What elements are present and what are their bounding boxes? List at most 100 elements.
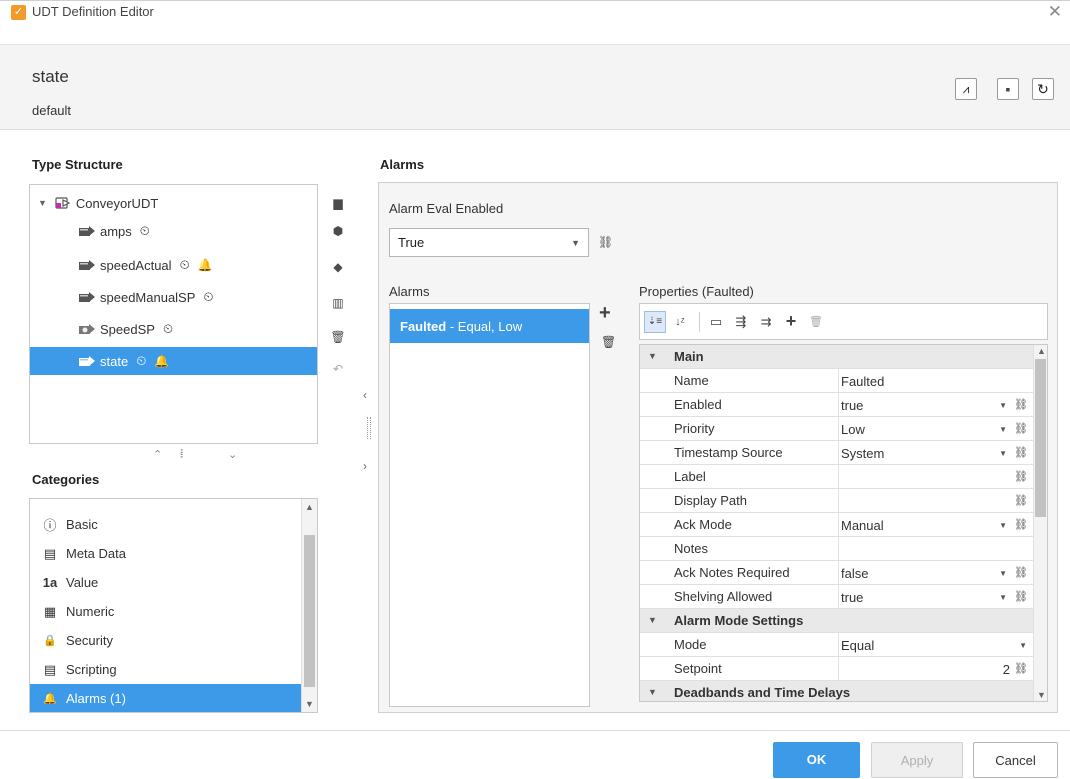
category-scripting[interactable]: ▤ Scripting bbox=[30, 655, 301, 684]
cancel-button[interactable]: Cancel bbox=[973, 742, 1058, 778]
refresh-button[interactable]: ↻ bbox=[1032, 78, 1054, 100]
data-types-button[interactable]: ▥ bbox=[330, 296, 346, 314]
properties-grid[interactable]: ▼ Main Name Faulted Enabled true ▼ ⛓ Prior… bbox=[639, 344, 1048, 702]
documentation-button[interactable]: ▪ bbox=[997, 78, 1019, 100]
property-value[interactable]: ⛓ bbox=[838, 465, 1033, 489]
property-group-main[interactable]: ▼ Main bbox=[640, 345, 1033, 369]
property-row-display-path[interactable]: Display Path ⛓ bbox=[640, 489, 1033, 513]
collapse-icon[interactable]: ▼ bbox=[648, 351, 657, 361]
link-icon[interactable]: ⛓ bbox=[1014, 446, 1028, 459]
new-tag-button[interactable]: ⬢ bbox=[330, 224, 346, 242]
scroll-thumb[interactable] bbox=[304, 535, 315, 687]
expand-icon[interactable]: ▼ bbox=[38, 198, 47, 208]
chevron-down-icon[interactable]: ▼ bbox=[1019, 641, 1027, 650]
revert-button[interactable]: ↶ bbox=[330, 362, 346, 380]
collapse-left-icon[interactable]: ‹ bbox=[363, 388, 367, 402]
sort-alpha-button[interactable]: ↓ᶻ bbox=[669, 311, 691, 333]
chevron-down-icon[interactable]: ▼ bbox=[999, 593, 1007, 602]
tree-item-amps[interactable]: amps ⏲ bbox=[30, 217, 317, 245]
chevron-down-icon[interactable]: ▼ bbox=[999, 449, 1007, 458]
property-group-deadbands[interactable]: ▼ Deadbands and Time Delays bbox=[640, 681, 1033, 701]
ok-button[interactable]: OK bbox=[773, 742, 860, 778]
alarms-list[interactable]: Faulted - Equal, Low bbox=[389, 303, 590, 707]
property-row-notes[interactable]: Notes bbox=[640, 537, 1033, 561]
tree-item-speedsp[interactable]: SpeedSP ⏲ bbox=[30, 315, 317, 343]
property-value[interactable]: Faulted bbox=[838, 369, 1033, 393]
property-value[interactable]: false ▼ ⛓ bbox=[838, 561, 1033, 585]
property-row-label[interactable]: Label ⛓ bbox=[640, 465, 1033, 489]
property-row-ack-mode[interactable]: Ack Mode Manual ▼ ⛓ bbox=[640, 513, 1033, 537]
collapse-icon[interactable]: ▼ bbox=[648, 615, 657, 625]
scroll-down-icon[interactable]: ▼ bbox=[302, 699, 317, 709]
close-icon[interactable]: ✕ bbox=[1048, 2, 1062, 22]
chevron-down-icon[interactable]: ▼ bbox=[999, 521, 1007, 530]
property-row-shelving-allowed[interactable]: Shelving Allowed true ▼ ⛓ bbox=[640, 585, 1033, 609]
sort-categorized-button[interactable]: ⇣≡ bbox=[644, 310, 666, 333]
delete-alarm-button[interactable]: 🗑 bbox=[601, 335, 616, 349]
property-value[interactable]: 2 ⛓ bbox=[838, 657, 1033, 681]
property-group-alarm-mode-settings[interactable]: ▼ Alarm Mode Settings bbox=[640, 609, 1033, 633]
property-pages-button[interactable]: ▭ bbox=[705, 311, 727, 333]
property-row-mode[interactable]: Mode Equal ▼ bbox=[640, 633, 1033, 657]
type-structure-tree[interactable]: ▼ ConveyorUDT amps ⏲ speedActual ⏲ 🔔 spe… bbox=[29, 184, 318, 444]
category-alarms[interactable]: 🔔 Alarms (1) bbox=[30, 684, 301, 712]
add-alarm-button[interactable]: + bbox=[599, 302, 611, 325]
property-value[interactable] bbox=[838, 537, 1033, 561]
property-row-enabled[interactable]: Enabled true ▼ ⛓ bbox=[640, 393, 1033, 417]
scroll-thumb[interactable] bbox=[1035, 359, 1046, 517]
alarm-item-faulted[interactable]: Faulted - Equal, Low bbox=[390, 309, 589, 343]
expand-down-icon[interactable]: ⌄ bbox=[228, 448, 237, 461]
tree-item-speedmanualsp[interactable]: speedManualSP ⏲ bbox=[30, 283, 317, 311]
category-basic[interactable]: ⓘ Basic bbox=[30, 510, 301, 539]
link-icon[interactable]: ⛓ bbox=[1014, 422, 1028, 435]
property-row-setpoint[interactable]: Setpoint 2 ⛓ bbox=[640, 657, 1033, 681]
remove-property-button[interactable]: 🗑 bbox=[805, 311, 827, 333]
property-value[interactable]: true ▼ ⛓ bbox=[838, 393, 1033, 417]
collapse-icon[interactable]: ▼ bbox=[648, 687, 657, 697]
categories-scrollbar[interactable]: ▲ ▼ bbox=[301, 499, 317, 712]
property-value[interactable]: ⛓ bbox=[838, 489, 1033, 513]
chevron-down-icon[interactable]: ▼ bbox=[999, 569, 1007, 578]
property-row-ack-notes-required[interactable]: Ack Notes Required false ▼ ⛓ bbox=[640, 561, 1033, 585]
delete-button[interactable]: 🗑 bbox=[330, 330, 346, 348]
expand-right-icon[interactable]: › bbox=[363, 459, 367, 473]
property-value[interactable]: true ▼ ⛓ bbox=[838, 585, 1033, 609]
resize-grip-icon[interactable]: ⦙⦙⦙ bbox=[180, 448, 184, 461]
link-icon[interactable]: ⛓ bbox=[598, 235, 613, 249]
link-icon[interactable]: ⛓ bbox=[1014, 494, 1028, 507]
add-property-button[interactable]: + bbox=[780, 311, 802, 333]
link-icon[interactable]: ⛓ bbox=[1014, 566, 1028, 579]
link-icon[interactable]: ⛓ bbox=[1014, 398, 1028, 411]
category-meta-data[interactable]: ▤ Meta Data bbox=[30, 539, 301, 568]
property-row-timestamp-source[interactable]: Timestamp Source System ▼ ⛓ bbox=[640, 441, 1033, 465]
tree-item-state[interactable]: state ⏲ 🔔 bbox=[30, 347, 317, 375]
collapse-up-icon[interactable]: ⌃ bbox=[153, 448, 162, 461]
apply-button[interactable]: Apply bbox=[871, 742, 963, 778]
splitter-grip[interactable] bbox=[367, 417, 371, 439]
trend-button[interactable]: ⩘ bbox=[955, 78, 977, 100]
category-numeric[interactable]: ▦ Numeric bbox=[30, 597, 301, 626]
scroll-down-icon[interactable]: ▼ bbox=[1034, 690, 1047, 700]
property-value[interactable]: Equal ▼ bbox=[838, 633, 1033, 657]
properties-scrollbar[interactable]: ▲ ▼ bbox=[1033, 345, 1047, 701]
category-security[interactable]: 🔒 Security bbox=[30, 626, 301, 655]
scroll-up-icon[interactable]: ▲ bbox=[1034, 346, 1047, 356]
categories-list[interactable]: ⓘ Basic ▤ Meta Data 1a Value ▦ Numeric 🔒… bbox=[29, 498, 318, 713]
property-value[interactable]: System ▼ ⛓ bbox=[838, 441, 1033, 465]
collapse-all-button[interactable]: ⇉ bbox=[755, 311, 777, 333]
property-row-name[interactable]: Name Faulted bbox=[640, 369, 1033, 393]
link-icon[interactable]: ⛓ bbox=[1014, 518, 1028, 531]
alarm-eval-select[interactable]: True ▼ bbox=[389, 228, 589, 257]
category-value[interactable]: 1a Value bbox=[30, 568, 301, 597]
new-folder-button[interactable]: ▆ bbox=[330, 196, 346, 214]
chevron-down-icon[interactable]: ▼ bbox=[999, 425, 1007, 434]
link-icon[interactable]: ⛓ bbox=[1014, 662, 1028, 675]
property-value[interactable]: Low ▼ ⛓ bbox=[838, 417, 1033, 441]
tree-item-speedactual[interactable]: speedActual ⏲ 🔔 bbox=[30, 251, 317, 279]
scroll-up-icon[interactable]: ▲ bbox=[302, 502, 317, 512]
link-icon[interactable]: ⛓ bbox=[1014, 470, 1028, 483]
expand-all-button[interactable]: ⇶ bbox=[730, 311, 752, 333]
tree-item-conveyorudt[interactable]: ▼ ConveyorUDT bbox=[30, 189, 317, 217]
chevron-down-icon[interactable]: ▼ bbox=[999, 401, 1007, 410]
new-udt-button[interactable]: ◆ bbox=[330, 260, 346, 278]
